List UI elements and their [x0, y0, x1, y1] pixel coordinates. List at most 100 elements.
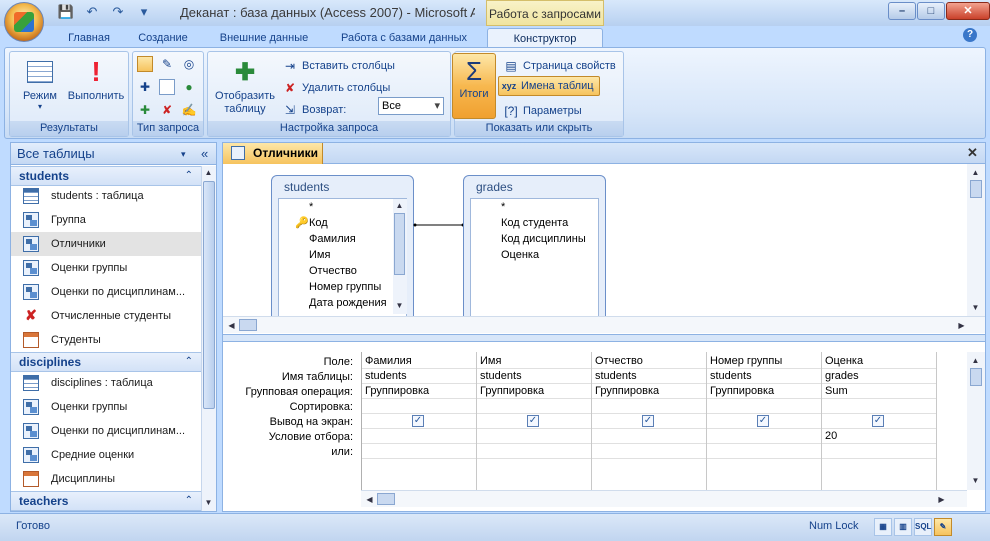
nav-item[interactable]: ✘ Отчисленные студенты — [11, 304, 201, 328]
scroll-thumb[interactable] — [970, 180, 982, 198]
nav-dropdown-icon[interactable]: ▾ — [181, 143, 186, 165]
grid-cell-or[interactable] — [477, 444, 591, 459]
nav-item[interactable]: Средние оценки — [11, 443, 201, 467]
grid-cell-criteria[interactable] — [707, 429, 821, 444]
insert-columns-button[interactable]: ⇥ Вставить столбцы — [282, 58, 395, 74]
scroll-left-icon[interactable]: ◀ — [363, 493, 376, 506]
close-button[interactable]: ✕ — [946, 2, 990, 20]
show-checkbox[interactable]: ✓ — [642, 415, 654, 427]
field-item[interactable]: Оценка — [501, 249, 539, 261]
relationship-line[interactable] — [413, 219, 465, 233]
diagram-vertical-scrollbar[interactable]: ▲ ▼ — [967, 164, 985, 316]
scroll-left-icon[interactable]: ◀ — [225, 319, 238, 332]
update-query-icon[interactable] — [159, 79, 175, 95]
scroll-up-icon[interactable]: ▲ — [969, 166, 982, 179]
field-item[interactable]: Код студента — [501, 217, 568, 229]
nav-item-selected[interactable]: Отличники — [11, 232, 201, 256]
grid-cell-field[interactable]: Номер группы — [707, 354, 821, 369]
nav-item[interactable]: students : таблица — [11, 184, 201, 208]
select-query-icon[interactable] — [137, 56, 153, 72]
scroll-thumb[interactable] — [239, 319, 257, 331]
maximize-button[interactable]: □ — [917, 2, 945, 20]
grid-cell-table[interactable]: students — [707, 369, 821, 384]
grid-cell-field[interactable]: Отчество — [592, 354, 706, 369]
grid-cell-table[interactable]: grades — [822, 369, 936, 384]
diagram-horizontal-scrollbar[interactable]: ◀ ▶ — [223, 316, 985, 333]
nav-item[interactable]: Оценки группы — [11, 256, 201, 280]
nav-group-students[interactable]: students ⌃ — [11, 166, 201, 186]
grid-cell-table[interactable]: students — [592, 369, 706, 384]
show-checkbox[interactable]: ✓ — [412, 415, 424, 427]
scroll-thumb[interactable] — [377, 493, 395, 505]
table-box-students[interactable]: students * 🔑 Код Фамилия Имя Отчество Но… — [271, 175, 414, 323]
table-names-button[interactable]: xyz Имена таблиц — [498, 76, 600, 96]
customize-icon[interactable]: ▾ — [134, 3, 154, 21]
append-query-icon[interactable]: ✚ — [137, 102, 153, 118]
parameters-button[interactable]: [?] Параметры — [503, 103, 581, 119]
field-item[interactable]: Отчество — [309, 265, 357, 277]
grid-cell-sort[interactable] — [707, 399, 821, 414]
show-checkbox[interactable]: ✓ — [872, 415, 884, 427]
collapse-pane-icon[interactable]: « — [201, 143, 208, 165]
nav-header[interactable]: Все таблицы ▾ « — [11, 143, 216, 165]
grid-cell-total[interactable]: Sum — [822, 384, 936, 399]
document-tab[interactable]: Отличники — [223, 143, 323, 164]
grid-cell-total[interactable]: Группировка — [477, 384, 591, 399]
grid-cell-or[interactable] — [707, 444, 821, 459]
nav-group-disciplines[interactable]: disciplines ⌃ — [11, 352, 201, 372]
return-select[interactable]: Все — [378, 97, 444, 115]
scroll-thumb[interactable] — [970, 368, 982, 386]
pivot-view-icon[interactable]: ▥ — [894, 518, 912, 536]
field-item[interactable]: Код дисциплины — [501, 233, 586, 245]
grid-cell-or[interactable] — [362, 444, 476, 459]
field-item[interactable]: Номер группы — [309, 281, 381, 293]
delete-columns-button[interactable]: ✘ Удалить столбцы — [282, 80, 390, 96]
grid-horizontal-scrollbar[interactable]: ◀ ▶ — [361, 490, 967, 507]
scroll-thumb[interactable] — [394, 213, 405, 275]
union-query-icon[interactable]: ◎ — [181, 56, 197, 72]
grid-cell-field[interactable]: Фамилия — [362, 354, 476, 369]
pass-through-query-icon[interactable]: ● — [181, 79, 197, 95]
field-item[interactable]: Дата рождения — [309, 297, 391, 309]
field-item[interactable]: * — [309, 201, 313, 213]
nav-item[interactable]: Студенты — [11, 328, 201, 352]
run-button[interactable]: ! Выполнить — [66, 56, 126, 102]
field-item[interactable]: Фамилия — [309, 233, 356, 245]
help-icon[interactable]: ? — [963, 28, 977, 42]
field-item[interactable]: * — [501, 201, 505, 213]
grid-cell-table[interactable]: students — [362, 369, 476, 384]
tab-external-data[interactable]: Внешние данные — [208, 28, 320, 48]
mode-button[interactable]: Режим ▾ — [16, 56, 64, 111]
grid-cell-criteria[interactable] — [477, 429, 591, 444]
scroll-down-icon[interactable]: ▼ — [969, 474, 982, 487]
grid-cell-sort[interactable] — [822, 399, 936, 414]
pane-splitter[interactable] — [222, 334, 986, 342]
show-table-button[interactable]: ✚ Отобразить таблицу — [212, 56, 278, 116]
scroll-up-icon[interactable]: ▲ — [202, 166, 215, 179]
grid-cell-sort[interactable] — [592, 399, 706, 414]
scroll-down-icon[interactable]: ▼ — [393, 299, 406, 312]
tab-database-tools[interactable]: Работа с базами данных — [328, 28, 480, 48]
nav-item[interactable]: disciplines : таблица — [11, 371, 201, 395]
grid-cell-criteria[interactable] — [592, 429, 706, 444]
grid-cell-criteria[interactable]: 20 — [822, 429, 936, 444]
grid-vertical-scrollbar[interactable]: ▲ ▼ — [967, 352, 985, 490]
nav-item[interactable]: Оценки группы — [11, 395, 201, 419]
office-button[interactable] — [4, 2, 44, 42]
grid-cell-or[interactable] — [822, 444, 936, 459]
nav-item[interactable]: Группа — [11, 208, 201, 232]
scroll-down-icon[interactable]: ▼ — [969, 301, 982, 314]
data-definition-query-icon[interactable]: ✍ — [181, 102, 197, 118]
grid-cell-field[interactable]: Оценка — [822, 354, 936, 369]
make-table-query-icon[interactable]: ✚ — [137, 79, 153, 95]
show-checkbox[interactable]: ✓ — [527, 415, 539, 427]
field-scrollbar[interactable]: ▲ ▼ — [393, 199, 407, 314]
show-checkbox[interactable]: ✓ — [757, 415, 769, 427]
grid-cell-sort[interactable] — [362, 399, 476, 414]
scroll-right-icon[interactable]: ▶ — [955, 319, 968, 332]
grid-cell-total[interactable]: Группировка — [362, 384, 476, 399]
save-icon[interactable]: 💾 — [56, 3, 76, 21]
nav-group-teachers[interactable]: teachers ⌃ — [11, 491, 201, 511]
tab-create[interactable]: Создание — [128, 28, 198, 48]
minimize-button[interactable]: – — [888, 2, 916, 20]
